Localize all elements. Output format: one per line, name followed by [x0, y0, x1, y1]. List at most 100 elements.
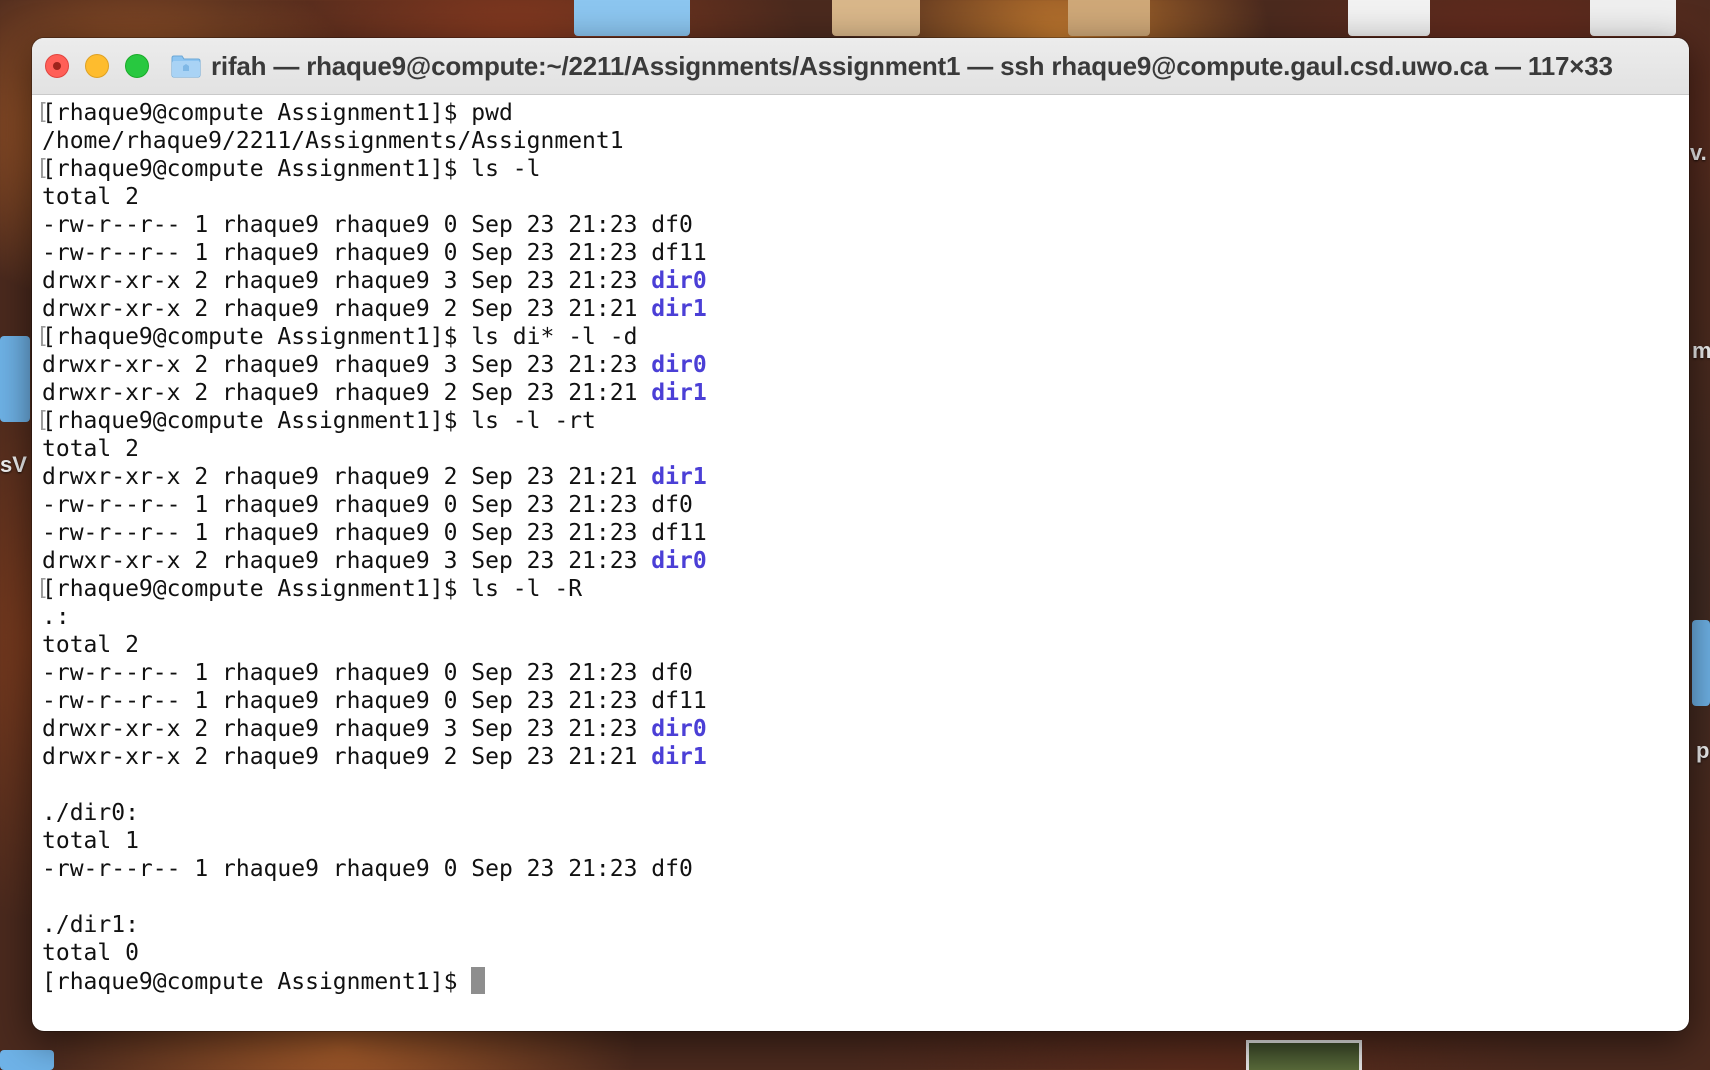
file-name: df0 [651, 212, 693, 238]
command-line: [] [rhaque9@compute Assignment1]$ ls di* … [36, 323, 1689, 351]
output-text: total 0 [42, 940, 139, 966]
desktop-label: m [1692, 338, 1710, 363]
file-name: df0 [651, 660, 693, 686]
output-line: ./dir0: [42, 799, 1689, 827]
output-text: drwxr-xr-x 2 rhaque9 rhaque9 3 Sep 23 21… [42, 716, 652, 742]
desktop-folder-icon[interactable] [0, 336, 30, 422]
mark-bracket: ] [1687, 155, 1689, 183]
command-text: ls -l -R [471, 576, 583, 602]
output-text: -rw-r--r-- 1 rhaque9 rhaque9 0 Sep 23 21… [42, 660, 652, 686]
command-text: ls -l -rt [471, 408, 596, 434]
output-text: ./dir1: [42, 912, 139, 938]
terminal-content[interactable]: [] [rhaque9@compute Assignment1]$ pwd/hom… [32, 95, 1689, 1031]
desktop-photo-thumbnail[interactable] [1246, 1040, 1362, 1070]
command-text: ls di* -l -d [471, 324, 638, 350]
minimize-button[interactable] [85, 54, 109, 78]
mark-bracket: [ [36, 324, 50, 349]
desktop-thumbnail[interactable] [832, 0, 920, 36]
mark-bracket: ] [1687, 575, 1689, 603]
output-line: -rw-r--r-- 1 rhaque9 rhaque9 0 Sep 23 21… [42, 687, 1689, 715]
output-text: total 2 [42, 436, 139, 462]
output-line: drwxr-xr-x 2 rhaque9 rhaque9 2 Sep 23 21… [42, 379, 1689, 407]
desktop-label: v. [1690, 140, 1707, 165]
output-line: -rw-r--r-- 1 rhaque9 rhaque9 0 Sep 23 21… [42, 491, 1689, 519]
output-line: total 2 [42, 183, 1689, 211]
folder-icon [171, 54, 201, 78]
output-text: -rw-r--r-- 1 rhaque9 rhaque9 0 Sep 23 21… [42, 520, 652, 546]
terminal-window[interactable]: rifah — rhaque9@compute:~/2211/Assignmen… [32, 38, 1689, 1031]
directory-name: dir0 [651, 716, 707, 742]
output-line: -rw-r--r-- 1 rhaque9 rhaque9 0 Sep 23 21… [42, 519, 1689, 547]
window-controls [45, 54, 149, 78]
output-text: -rw-r--r-- 1 rhaque9 rhaque9 0 Sep 23 21… [42, 240, 652, 266]
desktop-thumbnail[interactable] [574, 0, 690, 36]
output-line: drwxr-xr-x 2 rhaque9 rhaque9 2 Sep 23 21… [42, 295, 1689, 323]
output-line: -rw-r--r-- 1 rhaque9 rhaque9 0 Sep 23 21… [42, 659, 1689, 687]
shell-prompt: [rhaque9@compute Assignment1]$ [42, 408, 472, 434]
shell-prompt: [rhaque9@compute Assignment1]$ [42, 576, 472, 602]
output-text: total 1 [42, 828, 139, 854]
mark-bracket: [ [36, 100, 50, 125]
output-line: total 0 [42, 939, 1689, 967]
file-name: df0 [651, 856, 693, 882]
file-name: df11 [651, 520, 707, 546]
output-text: ./dir0: [42, 800, 139, 826]
output-line: /home/rhaque9/2211/Assignments/Assignmen… [42, 127, 1689, 155]
output-line: total 1 [42, 827, 1689, 855]
desktop-thumbnail[interactable] [1068, 0, 1150, 36]
file-name: df11 [651, 688, 707, 714]
active-prompt-line: [rhaque9@compute Assignment1]$ [42, 967, 1689, 995]
output-line: total 2 [42, 435, 1689, 463]
directory-name: dir1 [651, 744, 707, 770]
mark-bracket: ] [1687, 99, 1689, 127]
output-line: total 2 [42, 631, 1689, 659]
command-line: [] [rhaque9@compute Assignment1]$ ls -l -… [36, 407, 1689, 435]
mark-bracket: ] [1687, 323, 1689, 351]
output-line: drwxr-xr-x 2 rhaque9 rhaque9 3 Sep 23 21… [42, 547, 1689, 575]
output-text: drwxr-xr-x 2 rhaque9 rhaque9 2 Sep 23 21… [42, 380, 652, 406]
mark-bracket: ] [1687, 407, 1689, 435]
output-line: drwxr-xr-x 2 rhaque9 rhaque9 2 Sep 23 21… [42, 743, 1689, 771]
output-text: drwxr-xr-x 2 rhaque9 rhaque9 2 Sep 23 21… [42, 296, 652, 322]
text-cursor[interactable] [471, 967, 486, 994]
command-text: pwd [471, 100, 513, 126]
desktop-folder-icon[interactable] [1692, 620, 1710, 706]
desktop-thumbnail[interactable] [1348, 0, 1430, 36]
close-button[interactable] [45, 54, 69, 78]
output-text: total 2 [42, 184, 139, 210]
command-line: [] [rhaque9@compute Assignment1]$ pwd [36, 99, 1689, 127]
output-line: ./dir1: [42, 911, 1689, 939]
output-text: .: [42, 604, 70, 630]
command-text: ls -l [471, 156, 541, 182]
directory-name: dir0 [651, 548, 707, 574]
command-line: [] [rhaque9@compute Assignment1]$ ls -l -… [36, 575, 1689, 603]
output-text: drwxr-xr-x 2 rhaque9 rhaque9 3 Sep 23 21… [42, 352, 652, 378]
desktop-thumbnail[interactable] [1590, 0, 1676, 36]
output-line: .: [42, 603, 1689, 631]
mark-bracket: [ [36, 576, 50, 601]
output-line: -rw-r--r-- 1 rhaque9 rhaque9 0 Sep 23 21… [42, 239, 1689, 267]
output-text: /home/rhaque9/2211/Assignments/Assignmen… [42, 128, 624, 154]
shell-prompt: [rhaque9@compute Assignment1]$ [42, 156, 472, 182]
title-bar[interactable]: rifah — rhaque9@compute:~/2211/Assignmen… [32, 38, 1689, 95]
output-text: total 2 [42, 632, 139, 658]
output-line: drwxr-xr-x 2 rhaque9 rhaque9 3 Sep 23 21… [42, 267, 1689, 295]
output-text: drwxr-xr-x 2 rhaque9 rhaque9 3 Sep 23 21… [42, 268, 652, 294]
desktop-label: sV [0, 452, 27, 477]
window-title: rifah — rhaque9@compute:~/2211/Assignmen… [211, 50, 1613, 81]
directory-name: dir0 [651, 268, 707, 294]
directory-name: dir1 [651, 464, 707, 490]
shell-prompt: [rhaque9@compute Assignment1]$ [42, 324, 472, 350]
mark-bracket: [ [36, 408, 50, 433]
shell-prompt: [rhaque9@compute Assignment1]$ [42, 969, 472, 995]
output-line: drwxr-xr-x 2 rhaque9 rhaque9 3 Sep 23 21… [42, 715, 1689, 743]
output-text: -rw-r--r-- 1 rhaque9 rhaque9 0 Sep 23 21… [42, 492, 652, 518]
file-name: df0 [651, 492, 693, 518]
output-line: drwxr-xr-x 2 rhaque9 rhaque9 3 Sep 23 21… [42, 351, 1689, 379]
directory-name: dir1 [651, 296, 707, 322]
zoom-button[interactable] [125, 54, 149, 78]
output-line: drwxr-xr-x 2 rhaque9 rhaque9 2 Sep 23 21… [42, 463, 1689, 491]
desktop-folder-icon[interactable] [0, 1050, 54, 1070]
